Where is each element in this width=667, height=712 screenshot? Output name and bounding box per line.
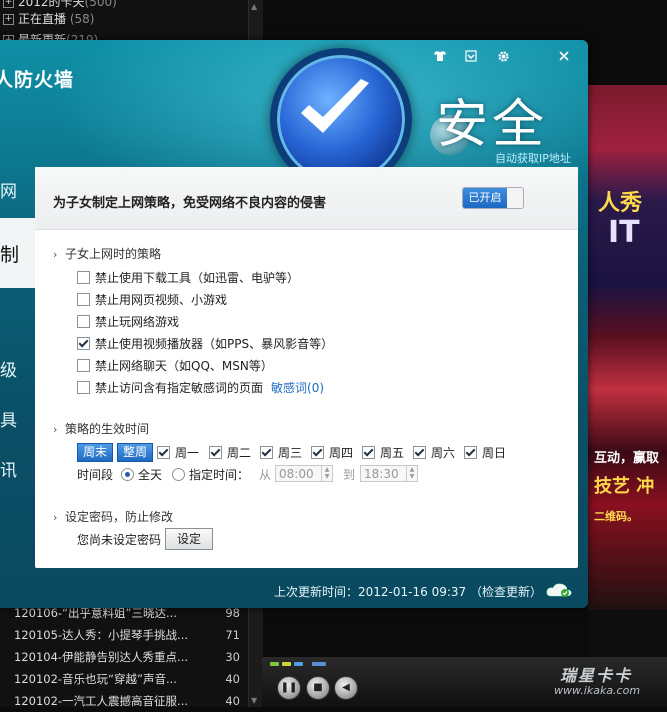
side-nav-item[interactable]: 级	[0, 356, 17, 381]
progress-indicator	[282, 662, 291, 666]
chevron-right-icon: ›	[53, 423, 58, 436]
video-caption: IT	[608, 215, 640, 250]
checkbox-checked[interactable]	[413, 446, 426, 459]
day-monday[interactable]: 周一	[157, 444, 199, 461]
check-update-link[interactable]: （检查更新）	[470, 585, 542, 599]
checkbox-checked[interactable]	[260, 446, 273, 459]
category-item[interactable]: + 正在直播 (58)	[0, 9, 94, 29]
radio[interactable]	[172, 468, 185, 481]
rule-sensitive-words[interactable]: 禁止访问含有指定敏感词的页面 敏感词(0)	[77, 379, 324, 396]
shirt-icon[interactable]	[432, 50, 448, 66]
expand-icon[interactable]: +	[3, 14, 14, 25]
day-saturday[interactable]: 周六	[413, 444, 455, 461]
all-day-option[interactable]: 全天	[121, 466, 162, 483]
sensitive-words-link[interactable]: 敏感词(0)	[271, 381, 324, 395]
progress-indicator	[270, 662, 279, 666]
checkbox-checked[interactable]	[464, 446, 477, 459]
stop-button[interactable]: ■	[306, 676, 330, 700]
day-wednesday[interactable]: 周三	[260, 444, 302, 461]
rule-chat[interactable]: 禁止网络聊天（如QQ、MSN等）	[77, 357, 273, 374]
banner-title: 安全	[436, 95, 549, 155]
checkbox-checked[interactable]	[311, 446, 324, 459]
minimize-icon[interactable]	[463, 50, 479, 66]
parental-control-panel: 为子女制定上网策略，免受网络不良内容的侵害 已开启 › 子女上网时的策略 禁止使用…	[35, 167, 578, 568]
from-label: 从	[259, 468, 272, 482]
start-time-input[interactable]: 08:00 ▲ ▼	[275, 465, 333, 482]
cloud-status-icon[interactable]	[545, 582, 573, 598]
password-status: 您尚未设定密码	[77, 533, 162, 547]
progress-indicator	[312, 662, 326, 666]
list-item[interactable]: 120102-音乐也玩“穿越”声音... 40	[0, 668, 248, 690]
section-time-title[interactable]: › 策略的生效时间	[53, 420, 149, 437]
video-caption: 人秀	[598, 191, 643, 216]
volume-button[interactable]: ◀	[334, 676, 358, 700]
whole-week-button[interactable]: 整周	[117, 443, 154, 462]
checkbox[interactable]	[77, 315, 90, 328]
enable-toggle[interactable]: 已开启	[462, 187, 524, 209]
section-password-title[interactable]: › 设定密码，防止修改	[53, 508, 173, 525]
video-caption: 互动，赢取	[594, 451, 660, 466]
day-thursday[interactable]: 周四	[311, 444, 353, 461]
close-icon[interactable]	[556, 50, 572, 66]
progress-indicator	[294, 662, 303, 666]
rule-online-games[interactable]: 禁止玩网络游戏	[77, 313, 179, 330]
radio-selected[interactable]	[121, 468, 134, 481]
set-password-button[interactable]: 设定	[165, 528, 213, 550]
section-policy-title[interactable]: › 子女上网时的策略	[53, 245, 161, 262]
custom-time-option[interactable]: 指定时间：	[172, 466, 249, 483]
checkbox-checked[interactable]	[362, 446, 375, 459]
rule-download-tools[interactable]: 禁止使用下载工具（如迅雷、电驴等）	[77, 269, 299, 286]
checkbox[interactable]	[77, 381, 90, 394]
gear-icon[interactable]	[495, 50, 511, 66]
pause-button[interactable]: ❚❚	[277, 676, 301, 700]
list-item[interactable]: 120104-伊能静告别达人秀重点... 30	[0, 646, 248, 668]
rule-video-player[interactable]: 禁止使用视频播放器（如PPS、暴风影音等）	[77, 335, 333, 352]
video-caption: 技艺 冲	[594, 476, 655, 497]
to-label: 到	[343, 468, 356, 482]
panel-heading: 为子女制定上网策略，免受网络不良内容的侵害	[53, 196, 327, 211]
list-item[interactable]: 120102-一汽工人震撼高音征服... 40	[0, 690, 248, 712]
rule-web-video[interactable]: 禁止用网页视频、小游戏	[77, 291, 227, 308]
checkbox[interactable]	[77, 271, 90, 284]
day-tuesday[interactable]: 周二	[209, 444, 251, 461]
video-frame-bottom	[588, 610, 667, 657]
panel-header: 为子女制定上网策略，免受网络不良内容的侵害 已开启	[35, 167, 578, 230]
spinner-icon[interactable]: ▲ ▼	[406, 466, 417, 481]
day-friday[interactable]: 周五	[362, 444, 404, 461]
checkbox-checked[interactable]	[157, 446, 170, 459]
chevron-right-icon: ›	[53, 511, 58, 524]
day-sunday[interactable]: 周日	[464, 444, 506, 461]
chevron-right-icon: ›	[53, 248, 58, 261]
watermark: 瑞星卡卡 www.ikaka.com	[554, 666, 641, 697]
app-title: 个人防火墙	[0, 69, 75, 91]
checkbox-checked[interactable]	[209, 446, 222, 459]
side-nav-item[interactable]: 网	[0, 177, 17, 202]
checkbox[interactable]	[77, 293, 90, 306]
checkbox-checked[interactable]	[77, 337, 90, 350]
side-nav-item-active[interactable]: 制	[0, 218, 36, 288]
side-nav-item[interactable]: 讯	[0, 456, 17, 481]
video-frame[interactable]: 人秀 IT 互动，赢取 技艺 冲 二维码。	[588, 85, 667, 610]
last-update: 上次更新时间：2012-01-16 09:37 （检查更新）	[274, 585, 542, 599]
checkbox[interactable]	[77, 359, 90, 372]
list-item[interactable]: 120105-达人秀：小提琴手挑战... 71	[0, 624, 248, 646]
scroll-up-icon[interactable]: ▲	[251, 2, 257, 11]
auto-ip-label[interactable]: 自动获取IP地址	[495, 150, 571, 166]
firewall-window: 个人防火墙 安全 自动获取IP地址 网 制 级 具 讯 为子女制定上网策略，免受…	[0, 40, 588, 608]
period-label: 时间段	[77, 468, 114, 482]
video-caption: 二维码。	[594, 510, 638, 523]
scroll-down-icon[interactable]: ▼	[251, 696, 257, 705]
expand-icon[interactable]: +	[3, 0, 14, 8]
side-nav-item[interactable]: 具	[0, 406, 17, 431]
spinner-icon[interactable]: ▲ ▼	[321, 466, 332, 481]
end-time-input[interactable]: 18:30 ▲ ▼	[360, 465, 418, 482]
weekend-button[interactable]: 周末	[77, 443, 114, 462]
